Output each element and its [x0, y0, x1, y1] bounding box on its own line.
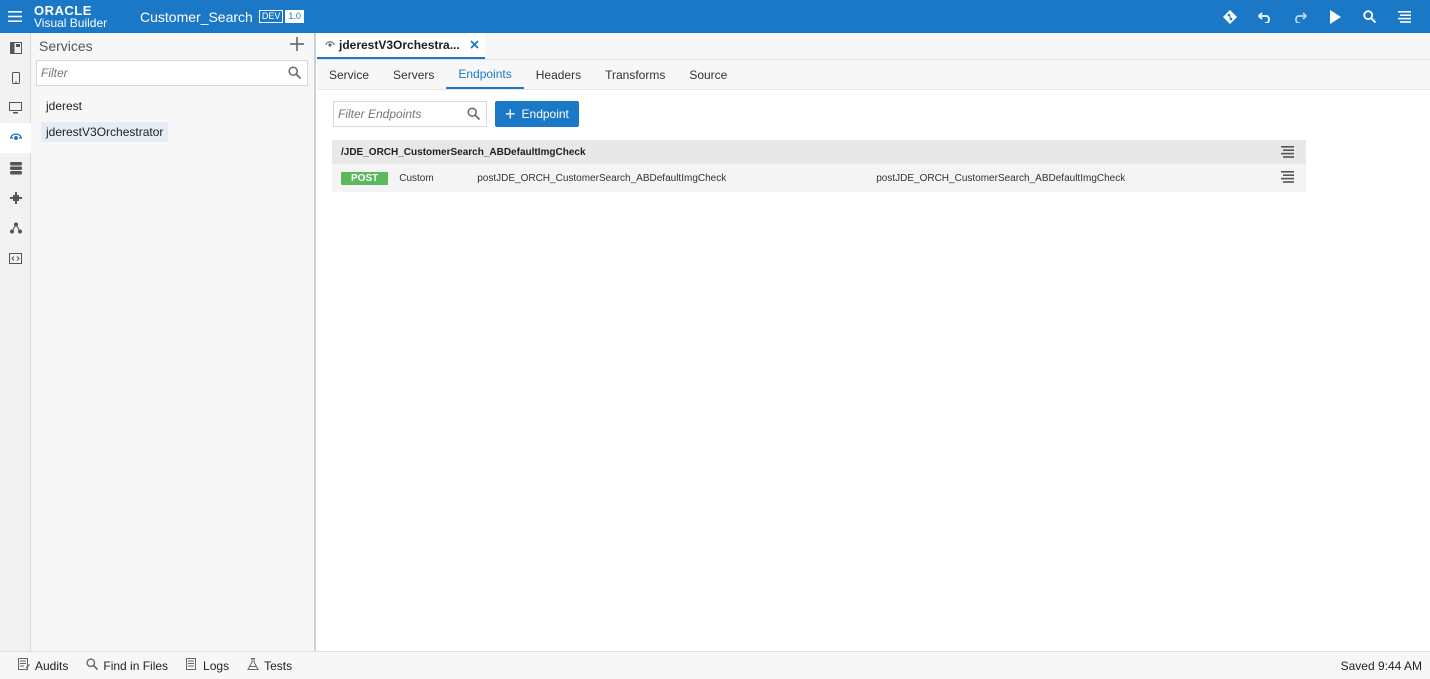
group-menu-icon[interactable] — [1281, 145, 1294, 163]
run-icon[interactable] — [1317, 0, 1352, 33]
services-header: Services — [31, 33, 314, 59]
tab-headers[interactable]: Headers — [524, 60, 593, 89]
process-icon[interactable] — [0, 213, 31, 243]
footer-logs[interactable]: Logs — [186, 658, 229, 673]
audits-label: Audits — [35, 658, 69, 673]
component-icon[interactable] — [0, 183, 31, 213]
service-editor: jderestV3Orchestra... Service Servers En… — [317, 33, 1430, 651]
tab-transforms[interactable]: Transforms — [593, 60, 677, 89]
logs-icon — [186, 658, 198, 673]
services-filter — [36, 60, 308, 86]
close-tab-icon[interactable] — [470, 36, 479, 54]
find-icon — [86, 658, 99, 673]
footer-find-in-files[interactable]: Find in Files — [86, 658, 168, 673]
editor-subtabs: Service Servers Endpoints Headers Transf… — [317, 60, 1430, 90]
app-title: Customer_Search — [140, 8, 253, 25]
services-filter-input[interactable] — [37, 66, 277, 80]
tab-endpoints[interactable]: Endpoints — [446, 60, 524, 89]
undo-icon[interactable] — [1247, 0, 1282, 33]
endpoints-toolbar: + Endpoint — [333, 101, 579, 127]
hamburger-menu-icon[interactable] — [0, 0, 30, 33]
tab-source[interactable]: Source — [677, 60, 739, 89]
logs-label: Logs — [203, 658, 230, 673]
services-panel: Services jderest jderestV3Orchestrator — [31, 33, 316, 651]
file-tab-label: jderestV3Orchestra... — [339, 38, 460, 52]
find-in-files-label: Find in Files — [103, 658, 169, 673]
endpoints-filter — [333, 101, 487, 127]
add-service-icon[interactable] — [290, 37, 306, 53]
plus-icon: + — [505, 104, 516, 124]
add-endpoint-button[interactable]: + Endpoint — [495, 101, 579, 127]
redo-icon[interactable] — [1282, 0, 1317, 33]
desktop-icon[interactable] — [0, 93, 31, 123]
endpoints-search-icon[interactable] — [467, 107, 481, 125]
endpoints-filter-input[interactable] — [334, 107, 454, 121]
left-rail — [0, 33, 31, 651]
git-icon[interactable] — [1212, 0, 1247, 33]
navigator-icon[interactable] — [0, 33, 31, 63]
endpoint-id: postJDE_ORCH_CustomerSearch_ABDefaultImg… — [477, 172, 727, 184]
row-menu-icon[interactable] — [1281, 171, 1294, 186]
menu-icon[interactable] — [1387, 0, 1422, 33]
service-icon[interactable] — [0, 123, 31, 153]
tab-servers[interactable]: Servers — [381, 60, 446, 89]
database-icon[interactable] — [0, 153, 31, 183]
endpoint-path: /JDE_ORCH_CustomerSearch_ABDefaultImgChe… — [341, 146, 586, 158]
search-icon[interactable] — [1352, 0, 1387, 33]
method-badge: POST — [341, 171, 389, 185]
audits-icon — [18, 658, 30, 673]
tab-service[interactable]: Service — [317, 60, 381, 89]
endpoint-name: postJDE_ORCH_CustomerSearch_ABDefaultImg… — [876, 172, 1126, 184]
tests-label: Tests — [264, 658, 293, 673]
services-list: jderest jderestV3Orchestrator — [31, 96, 314, 148]
product-name: Visual Builder — [34, 16, 108, 30]
app-header: ORACLE Visual Builder Customer_Search DE… — [0, 0, 1430, 33]
endpoint-type: Custom — [399, 172, 434, 184]
endpoints-table: /JDE_ORCH_CustomerSearch_ABDefaultImgChe… — [332, 140, 1306, 192]
oracle-logo: ORACLE Visual Builder — [34, 4, 134, 29]
endpoint-group-header[interactable]: /JDE_ORCH_CustomerSearch_ABDefaultImgChe… — [332, 140, 1306, 164]
source-icon[interactable] — [0, 243, 31, 273]
tests-icon — [247, 658, 259, 673]
save-status: Saved 9:44 AM — [1340, 659, 1422, 673]
add-endpoint-label: Endpoint — [521, 107, 569, 121]
version-tag: 1.0 — [285, 10, 304, 23]
service-tab-icon — [325, 36, 335, 54]
footer-tests[interactable]: Tests — [247, 658, 292, 673]
footer-audits[interactable]: Audits — [18, 658, 68, 673]
mobile-icon[interactable] — [0, 63, 31, 93]
editor-tabbar: jderestV3Orchestra... — [317, 33, 1430, 60]
endpoint-row[interactable]: POST Custom postJDE_ORCH_CustomerSearch_… — [332, 164, 1306, 192]
service-item-jderest[interactable]: jderest — [41, 96, 87, 116]
services-title: Services — [39, 38, 93, 54]
filter-search-icon[interactable] — [288, 66, 302, 84]
editor-file-tab[interactable]: jderestV3Orchestra... — [317, 33, 485, 59]
env-tag: DEV — [258, 10, 284, 23]
service-item-jderestv3orchestrator[interactable]: jderestV3Orchestrator — [41, 122, 169, 142]
status-footer: Audits Find in Files Logs Tests Saved 9:… — [0, 651, 1430, 679]
